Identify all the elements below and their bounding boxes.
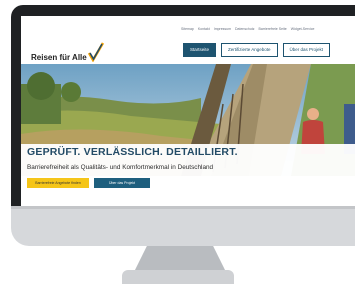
util-link-barrierefrei[interactable]: Barrierefreie Seite <box>259 27 287 31</box>
hero-headline: GEPRÜFT. VERLÄSSLICH. DETAILLIERT. <box>27 146 238 158</box>
nav-zertifizierte-angebote-button[interactable]: Zertifizierte Angebote <box>221 43 278 57</box>
utility-nav: Sitemap Kontakt Impressum Datenschutz Ba… <box>181 27 314 31</box>
util-link-sitemap[interactable]: Sitemap <box>181 27 194 31</box>
util-link-widget[interactable]: Widget-Service <box>291 27 315 31</box>
util-link-datenschutz[interactable]: Datenschutz <box>235 27 254 31</box>
monitor-stand-base <box>122 270 234 284</box>
monitor-chin <box>11 206 355 246</box>
util-link-kontakt[interactable]: Kontakt <box>198 27 210 31</box>
find-offers-button[interactable]: Barrierefreie Angebote finden <box>27 178 89 188</box>
check-icon <box>87 42 104 62</box>
monitor-stand <box>134 246 226 272</box>
about-project-button[interactable]: Über das Projekt <box>94 178 150 188</box>
nav-ueber-projekt-button[interactable]: Über das Projekt <box>282 43 331 57</box>
hero-subline: Barrierefreiheit als Qualitäts- und Komf… <box>27 164 214 171</box>
monitor-chin-edge <box>11 206 355 209</box>
site-logo[interactable]: Reisen für Alle <box>31 42 104 62</box>
main-nav: Startseite Zertifizierte Angebote Über d… <box>183 43 331 57</box>
util-link-impressum[interactable]: Impressum <box>214 27 231 31</box>
nav-startseite-button[interactable]: Startseite <box>183 43 217 57</box>
site-header: Reisen für Alle Sitemap Kontakt Impressu… <box>21 16 355 64</box>
logo-text: Reisen für Alle <box>31 53 87 62</box>
